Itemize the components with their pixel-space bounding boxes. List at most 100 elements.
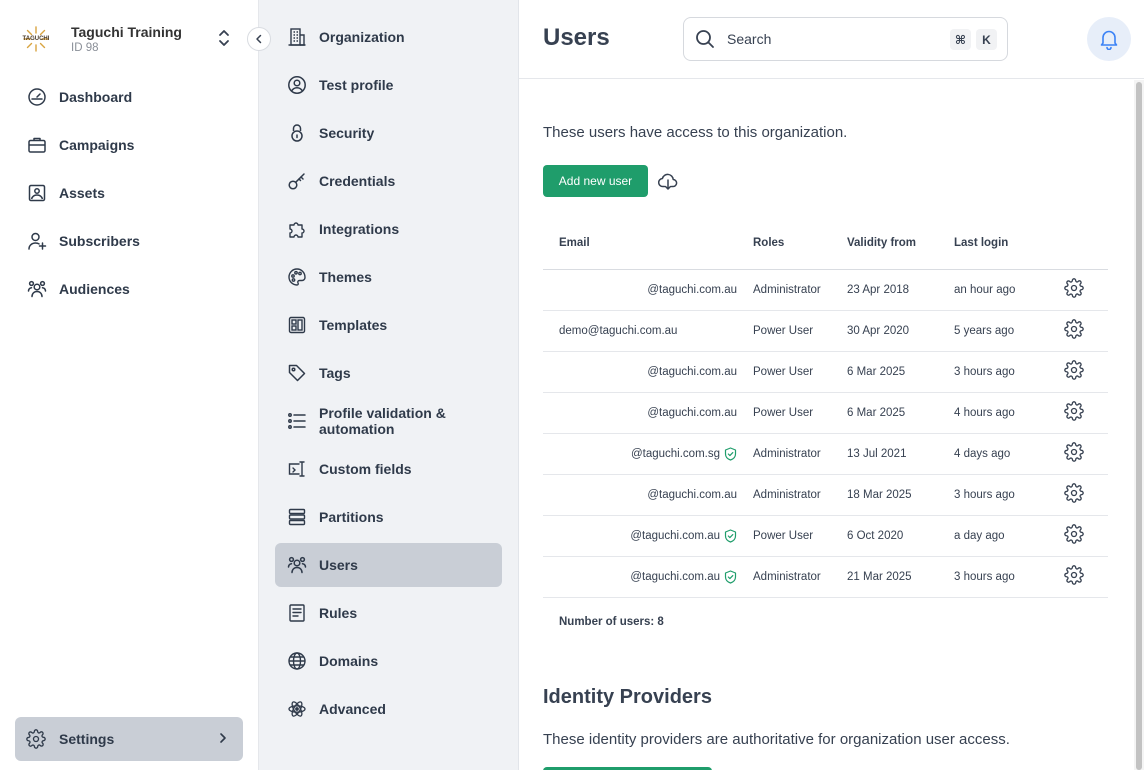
gear-icon[interactable] (1064, 360, 1084, 380)
settings-item-integrations[interactable]: Integrations (275, 207, 502, 251)
nav-item-campaigns[interactable]: Campaigns (16, 124, 243, 166)
gear-icon[interactable] (1064, 442, 1084, 462)
tag-icon (287, 363, 307, 383)
settings-item-users[interactable]: Users (275, 543, 502, 587)
briefcase-icon (27, 135, 47, 155)
nav-item-dashboard[interactable]: Dashboard (16, 76, 243, 118)
user-last-login: 3 hours ago (954, 474, 1064, 516)
table-row[interactable]: @taguchi.com.au Administrator 21 Mar 202… (543, 556, 1108, 598)
page-title: Users (543, 24, 610, 51)
user-email-cell: demo@taguchi.com.au (543, 310, 739, 352)
shortcut-key-k: K (976, 29, 997, 50)
settings-item-themes[interactable]: Themes (275, 255, 502, 299)
gear-icon[interactable] (1064, 565, 1084, 585)
settings-item-label: Advanced (319, 701, 386, 717)
table-row[interactable]: @taguchi.com.sg Administrator 13 Jul 202… (543, 433, 1108, 475)
nav-item-label: Dashboard (59, 89, 133, 105)
column-header-last-login[interactable]: Last login (954, 218, 1064, 270)
gear-icon[interactable] (1064, 483, 1084, 503)
bell-icon (1098, 28, 1120, 50)
gear-icon[interactable] (1064, 319, 1084, 339)
users-group-icon (287, 555, 307, 575)
settings-item-templates[interactable]: Templates (275, 303, 502, 347)
gear-icon (26, 729, 46, 749)
dashboard-gauge-icon (27, 87, 47, 107)
user-role: Administrator (739, 474, 847, 516)
settings-item-domains[interactable]: Domains (275, 639, 502, 683)
settings-item-custom-fields[interactable]: Custom fields (275, 447, 502, 491)
add-new-user-button[interactable]: Add new user (543, 165, 648, 197)
nav-item-subscribers[interactable]: Subscribers (16, 220, 243, 262)
user-email: demo@taguchi.com.au (559, 324, 678, 337)
nav-item-label: Subscribers (59, 233, 140, 249)
settings-item-label: Partitions (319, 509, 384, 525)
settings-item-label: Credentials (319, 173, 396, 189)
settings-item-advanced[interactable]: Advanced (275, 687, 502, 731)
settings-item-test-profile[interactable]: Test profile (275, 63, 502, 107)
puzzle-icon (287, 219, 307, 239)
download-icon[interactable] (658, 171, 678, 191)
settings-item-label: Organization (319, 29, 405, 45)
settings-item-label: Themes (319, 269, 372, 285)
settings-item-tags[interactable]: Tags (275, 351, 502, 395)
globe-icon (287, 651, 307, 671)
user-role: Power User (739, 392, 847, 434)
scrollbar-thumb[interactable] (1136, 82, 1142, 770)
user-role: Power User (739, 351, 847, 393)
user-email: @taguchi.com.au (647, 488, 737, 501)
nav-item-settings[interactable]: Settings (15, 717, 243, 761)
user-count: Number of users: 8 (559, 616, 664, 628)
notifications-button[interactable] (1087, 17, 1131, 61)
column-header-roles[interactable]: Roles (739, 218, 847, 270)
table-row[interactable]: @taguchi.com.au Administrator 18 Mar 202… (543, 474, 1108, 516)
atom-icon (287, 699, 307, 719)
settings-item-security[interactable]: Security (275, 111, 502, 155)
settings-item-rules[interactable]: Rules (275, 591, 502, 635)
settings-item-organization[interactable]: Organization (275, 15, 502, 59)
settings-item-label: Tags (319, 365, 351, 381)
table-row[interactable]: demo@taguchi.com.au Power User 30 Apr 20… (543, 310, 1108, 352)
table-row[interactable]: @taguchi.com.au Power User 6 Mar 2025 4 … (543, 392, 1108, 434)
stack-icon (287, 507, 307, 527)
nav-item-assets[interactable]: Assets (16, 172, 243, 214)
gear-icon[interactable] (1064, 278, 1084, 298)
collapse-sidebar-button[interactable] (247, 27, 271, 51)
settings-menu: Organization Test profile Security Crede… (259, 0, 519, 770)
search-box[interactable]: ⌘ K (683, 17, 1008, 61)
chevron-up-down-icon[interactable] (217, 28, 231, 48)
user-validity: 6 Mar 2025 (847, 392, 954, 434)
user-validity: 23 Apr 2018 (847, 269, 954, 311)
settings-item-credentials[interactable]: Credentials (275, 159, 502, 203)
table-header-row: Email Roles Validity from Last login (543, 218, 1108, 270)
gear-icon[interactable] (1064, 401, 1084, 421)
settings-item-partitions[interactable]: Partitions (275, 495, 502, 539)
column-header-email[interactable]: Email (543, 218, 739, 270)
gear-icon[interactable] (1064, 524, 1084, 544)
template-icon (287, 315, 307, 335)
search-input[interactable] (727, 31, 927, 47)
settings-item-profile-validation[interactable]: Profile validation & automation (275, 399, 502, 443)
search-icon (695, 29, 715, 49)
list-icon (287, 411, 307, 431)
user-last-login: an hour ago (954, 269, 1064, 311)
palette-icon (287, 267, 307, 287)
top-bar: Users ⌘ K (519, 0, 1144, 79)
table-row[interactable]: @taguchi.com.au Power User 6 Mar 2025 3 … (543, 351, 1108, 393)
settings-item-label: Domains (319, 653, 379, 669)
org-switcher[interactable]: TAGUCHI Taguchi Training ID 98 (20, 22, 235, 56)
user-role: Administrator (739, 556, 847, 598)
scrollbar[interactable] (1134, 80, 1144, 770)
users-table: Email Roles Validity from Last login @ta… (543, 218, 1108, 598)
lock-icon (287, 123, 307, 143)
user-email-cell: @taguchi.com.au (543, 556, 739, 598)
table-row[interactable]: @taguchi.com.au Administrator 23 Apr 201… (543, 269, 1108, 311)
settings-item-label: Integrations (319, 221, 400, 237)
nav-item-audiences[interactable]: Audiences (16, 268, 243, 310)
nav-item-label: Audiences (59, 281, 130, 297)
verified-shield-icon (724, 528, 737, 543)
table-row[interactable]: @taguchi.com.au Power User 6 Oct 2020 a … (543, 515, 1108, 557)
user-email: @taguchi.com.au (630, 529, 720, 542)
identity-providers-title: Identity Providers (543, 686, 712, 708)
settings-item-label: Custom fields (319, 461, 412, 477)
column-header-validity[interactable]: Validity from (847, 218, 954, 270)
